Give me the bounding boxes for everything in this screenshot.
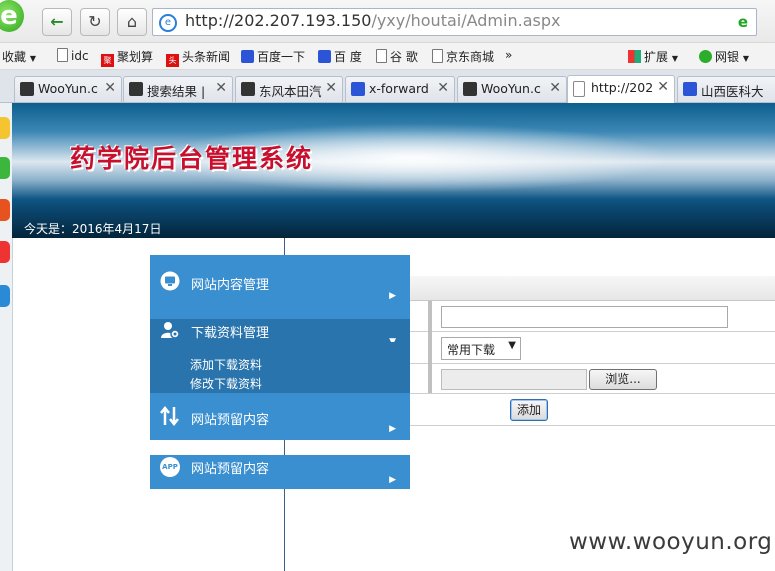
- file-path-input[interactable]: [441, 369, 587, 390]
- baidu-paw-icon: [351, 82, 365, 96]
- tab-search-results[interactable]: 搜索结果 | ✕: [123, 76, 233, 102]
- submenu-add-download[interactable]: 添加下载资料: [190, 356, 262, 373]
- chevron-right-icon: ▶: [389, 291, 396, 301]
- tab-wooyun-1[interactable]: WooYun.c ✕: [14, 76, 122, 102]
- tab-shanxi-medical[interactable]: 山西医科大: [677, 76, 775, 102]
- tab-close-icon[interactable]: ✕: [549, 80, 561, 96]
- favorites-bar: 收藏 ▼ idc 聚聚划算 头头条新闻 百度一下 百 度 谷 歌 京东商城 » …: [0, 43, 775, 70]
- home-button[interactable]: ⌂: [117, 8, 147, 36]
- menu-label: 网站预留内容: [191, 413, 270, 428]
- tab-icon: [129, 82, 143, 96]
- favorites-star-icon[interactable]: [0, 117, 10, 139]
- ie-mode-icon[interactable]: e: [738, 13, 748, 31]
- form-header: [410, 276, 775, 301]
- watermark-text: www.wooyun.org: [569, 529, 773, 555]
- menu-label: 网站预留内容: [191, 462, 270, 477]
- tab-strip: WooYun.c ✕ 搜索结果 | ✕ 东风本田汽 ✕ x-forward ✕ WooY…: [0, 70, 775, 103]
- tab-close-icon[interactable]: ✕: [215, 80, 227, 96]
- tab-x-forward[interactable]: x-forward ✕: [345, 76, 455, 102]
- back-button[interactable]: ←: [42, 8, 72, 36]
- address-bar[interactable]: e http://202.207.193.150/yxy/houtai/Admi…: [152, 8, 757, 36]
- fav-idc[interactable]: idc: [57, 48, 89, 63]
- fav-baidu-search[interactable]: 百度一下: [241, 48, 305, 65]
- tab-close-icon[interactable]: ✕: [437, 80, 449, 96]
- favorites-menu[interactable]: 收藏 ▼: [2, 48, 36, 65]
- fav-toutiao[interactable]: 头头条新闻: [166, 48, 230, 67]
- sidebar-green-icon[interactable]: [0, 157, 10, 179]
- page-icon: [376, 49, 387, 63]
- extensions-menu[interactable]: 扩展 ▼: [628, 48, 678, 65]
- menu-download-management[interactable]: 下载资料管理 ▼: [150, 319, 410, 347]
- address-url[interactable]: http://202.207.193.150/yxy/houtai/Admin.…: [185, 11, 560, 30]
- browser-toolbar: e ← ↻ ⌂ e http://202.207.193.150/yxy/hou…: [0, 0, 775, 43]
- date-bar: 今天是：2016年4月17日: [12, 216, 775, 238]
- page-icon: [432, 49, 443, 63]
- banner-title: 药学院后台管理系统: [70, 144, 314, 173]
- menu-content-management[interactable]: 网站内容管理 ▶: [150, 255, 410, 319]
- netbank-menu[interactable]: 网银 ▼: [699, 48, 749, 65]
- download-submenu: 添加下载资料 修改下载资料: [150, 342, 410, 393]
- tab-honda[interactable]: 东风本田汽 ✕: [235, 76, 343, 102]
- favorites-more[interactable]: »: [505, 48, 512, 62]
- juhuasuan-icon: 聚: [101, 54, 114, 67]
- date-text: 今天是：2016年4月17日: [24, 222, 162, 236]
- category-select[interactable]: 常用下载 ▼: [441, 337, 521, 360]
- submenu-edit-download[interactable]: 修改下载资料: [190, 375, 262, 392]
- add-button[interactable]: 添加: [510, 399, 548, 421]
- form-label-separator: [428, 301, 432, 393]
- fav-google[interactable]: 谷 歌: [376, 48, 418, 65]
- app-icon: APP: [160, 457, 180, 477]
- page-icon: [573, 81, 585, 97]
- tab-icon: [463, 82, 477, 96]
- site-security-icon[interactable]: e: [159, 14, 177, 32]
- tab-close-icon[interactable]: ✕: [104, 80, 116, 96]
- browse-button[interactable]: 浏览...: [589, 369, 657, 390]
- tab-icon: [241, 82, 255, 96]
- swap-arrows-icon: [160, 405, 180, 427]
- shield-icon: [699, 50, 712, 63]
- user-settings-icon: [160, 320, 180, 340]
- extensions-icon: [628, 50, 641, 63]
- menu-reserved-content-1[interactable]: 网站预留内容 ▶: [150, 393, 410, 440]
- menu-label: 网站内容管理: [191, 278, 270, 293]
- category-selected: 常用下载: [447, 343, 496, 357]
- menu-reserved-content-2[interactable]: APP 网站预留内容 ▶: [150, 455, 410, 489]
- baidu-paw-icon: [683, 82, 697, 96]
- tab-icon: [20, 82, 34, 96]
- chevron-right-icon: ▶: [389, 475, 396, 485]
- tab-close-icon[interactable]: ✕: [657, 79, 669, 95]
- fav-baidu[interactable]: 百 度: [318, 48, 362, 65]
- chevron-right-icon: ▶: [389, 424, 396, 434]
- page-icon: [57, 48, 68, 62]
- browser-logo-icon[interactable]: e: [0, 0, 24, 32]
- toutiao-icon: 头: [166, 54, 179, 67]
- tab-wooyun-2[interactable]: WooYun.c ✕: [457, 76, 567, 102]
- tab-admin-active[interactable]: http://202 ✕: [567, 75, 675, 103]
- fav-juhuasuan[interactable]: 聚聚划算: [101, 48, 153, 67]
- baidu-paw-icon: [241, 50, 254, 63]
- fav-jd[interactable]: 京东商城: [432, 48, 494, 65]
- tab-close-icon[interactable]: ✕: [325, 80, 337, 96]
- sidebar-weibo-icon[interactable]: [0, 199, 10, 221]
- sidebar-blue-icon[interactable]: [0, 285, 10, 307]
- menu-label: 下载资料管理: [191, 326, 270, 341]
- baidu-paw-icon: [318, 50, 331, 63]
- site-banner: 药学院后台管理系统: [12, 103, 775, 216]
- refresh-button[interactable]: ↻: [80, 8, 110, 36]
- monitor-icon: [160, 271, 180, 291]
- sidebar-red-icon[interactable]: [0, 241, 10, 263]
- title-input[interactable]: [441, 306, 728, 328]
- chevron-down-icon: ▼: [508, 340, 516, 351]
